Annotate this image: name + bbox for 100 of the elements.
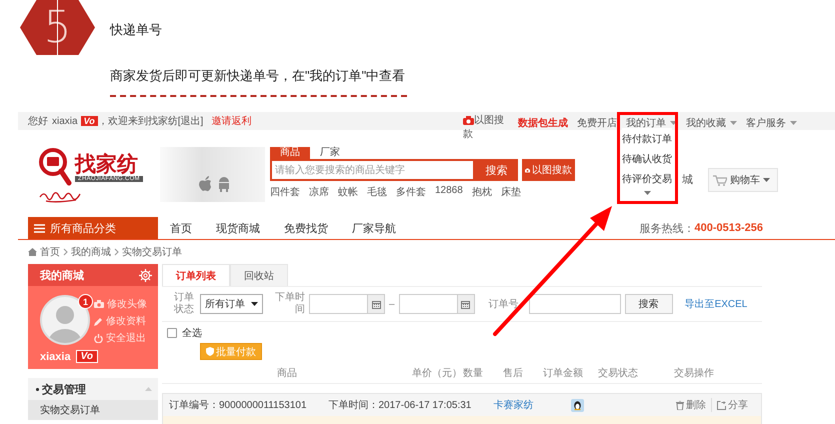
column-header: 订单金额: [542, 366, 584, 380]
category-menu-button[interactable]: 所有商品分类: [28, 217, 158, 239]
data-package-link[interactable]: 数据包生成: [518, 116, 568, 130]
apple-icon: [198, 176, 212, 192]
caret-icon: [251, 302, 258, 306]
chevron-right-icon: [114, 248, 119, 256]
date-input-field[interactable]: [309, 294, 385, 314]
column-header: 交易操作: [673, 366, 715, 380]
hotline-label: 服务热线：: [639, 222, 694, 236]
top-link[interactable]: 免费开店: [577, 116, 617, 130]
notification-badge: 1: [78, 294, 93, 309]
order-action-link[interactable]: 分享: [711, 398, 753, 412]
settings-icon[interactable]: [139, 268, 152, 282]
sidebar-section-header[interactable]: 交易管理: [28, 378, 158, 400]
android-icon: [216, 176, 232, 192]
column-header: 商品: [276, 366, 298, 380]
order-number-field[interactable]: [528, 294, 621, 314]
breadcrumb-link[interactable]: 我的商城: [71, 245, 111, 259]
nav-link[interactable]: 首页: [170, 220, 192, 236]
home-icon: [28, 248, 37, 256]
hot-keyword-link[interactable]: 多件套: [396, 185, 426, 199]
image-search-link[interactable]: 以图搜款: [463, 114, 509, 142]
export-excel-link[interactable]: 导出至EXCEL: [684, 297, 748, 311]
hot-keyword-link[interactable]: 四件套: [270, 185, 300, 199]
breadcrumb-link[interactable]: 首页: [40, 245, 60, 259]
mall-link[interactable]: 城: [682, 172, 698, 187]
breadcrumb-link[interactable]: 实物交易订单: [122, 245, 182, 259]
welcome-text: ，欢迎来到找家纺: [98, 114, 178, 128]
hot-keyword-link[interactable]: 12868: [435, 185, 463, 199]
image-search-button[interactable]: 以图搜款: [522, 159, 575, 181]
nav-link[interactable]: 厂家导航: [352, 220, 396, 236]
caret-icon: [763, 178, 770, 182]
calendar-icon: [461, 300, 470, 308]
hot-keyword-link[interactable]: 蚊帐: [338, 185, 358, 199]
nav-link[interactable]: 免费找货: [284, 220, 328, 236]
sidebar-menu-item[interactable]: 实物交易订单: [28, 400, 158, 420]
camera-icon: [525, 166, 530, 174]
camera-icon: [463, 116, 474, 125]
cart-button[interactable]: 购物车: [708, 168, 778, 192]
select-all-checkbox[interactable]: 全选: [162, 326, 762, 340]
caret-icon: [644, 191, 650, 195]
hot-keyword-link[interactable]: 毛毯: [367, 185, 387, 199]
column-header: 售后: [502, 366, 524, 380]
calendar-icon: [372, 300, 380, 308]
order-tab[interactable]: 订单列表: [162, 264, 230, 286]
hot-keyword-link[interactable]: 抱枕: [472, 185, 492, 199]
step-description: 商家发货后即可更新快递单号，在"我的订单"中查看: [110, 67, 406, 85]
nav-link[interactable]: 现货商城: [216, 220, 260, 236]
order-number-text: 订单编号：9000000011153101: [169, 398, 306, 412]
shop-link[interactable]: 卡赛家纺: [493, 398, 534, 412]
caret-icon: [730, 121, 737, 125]
pencil-icon: [94, 316, 103, 326]
camera-icon: [94, 300, 104, 308]
top-menu-link[interactable]: 我的订单: [626, 116, 677, 130]
power-icon: [94, 334, 103, 342]
dropdown-menu-item[interactable]: 待确认收货: [622, 152, 672, 166]
hotline-number: 400-0513-256: [694, 222, 763, 234]
caret-icon: [790, 121, 797, 125]
bullet-icon: [36, 388, 39, 390]
vip-badge: Vo: [76, 350, 98, 363]
search-button[interactable]: 搜索: [475, 159, 518, 181]
checkbox-icon[interactable]: [167, 328, 177, 338]
status-label: 订单状态: [173, 292, 195, 316]
sidebar-title: 我的商城: [40, 268, 84, 282]
trash-icon: [676, 400, 684, 410]
order-time-text: 下单时间：2017-06-17 17:05:31: [328, 398, 472, 412]
vip-badge: Vo: [80, 116, 98, 126]
search-input-field[interactable]: 请输入您要搜索的商品关键字: [270, 159, 475, 181]
username-text: xiaxia: [52, 116, 78, 126]
top-menu-link[interactable]: 我的收藏: [686, 116, 737, 130]
top-menu-link[interactable]: 客户服务: [746, 116, 797, 130]
dropdown-menu-item[interactable]: 待付款订单: [622, 132, 672, 146]
order-action-link[interactable]: 删除: [671, 398, 711, 412]
username-text: xiaxia: [40, 350, 71, 362]
order-time-label: 下单时间: [274, 292, 305, 316]
caret-icon: [670, 121, 677, 125]
order-tab[interactable]: 回收站: [230, 264, 288, 286]
search-type-tab[interactable]: 厂家: [310, 147, 350, 159]
chat-penguin-icon[interactable]: [571, 398, 584, 412]
dropdown-menu-item[interactable]: 待评价交易: [622, 172, 672, 186]
select-all-label: 全选: [182, 326, 202, 340]
logo-name: 找家纺: [75, 152, 139, 174]
logout-link[interactable]: [退出]: [178, 114, 204, 128]
column-header: 交易状态: [597, 366, 639, 380]
column-header: 单价（元）: [412, 366, 458, 380]
search-type-tab[interactable]: 商品: [270, 147, 310, 159]
hot-keyword-link[interactable]: 床垫: [500, 185, 521, 199]
step-title: 快递单号: [110, 21, 163, 39]
date-input-field[interactable]: [398, 294, 475, 314]
cart-icon: [713, 174, 727, 186]
hot-keyword-link[interactable]: 凉席: [309, 185, 329, 199]
shield-icon: [206, 347, 214, 356]
menu-icon: [34, 224, 45, 232]
invite-link[interactable]: 邀请返利: [211, 114, 252, 128]
date-separator: –: [389, 298, 395, 310]
chevron-right-icon: [63, 248, 68, 256]
filter-search-button[interactable]: 搜索: [624, 294, 673, 314]
share-icon: [717, 400, 726, 410]
status-select[interactable]: 所有订单: [200, 294, 263, 314]
column-header: 数量: [462, 367, 484, 380]
